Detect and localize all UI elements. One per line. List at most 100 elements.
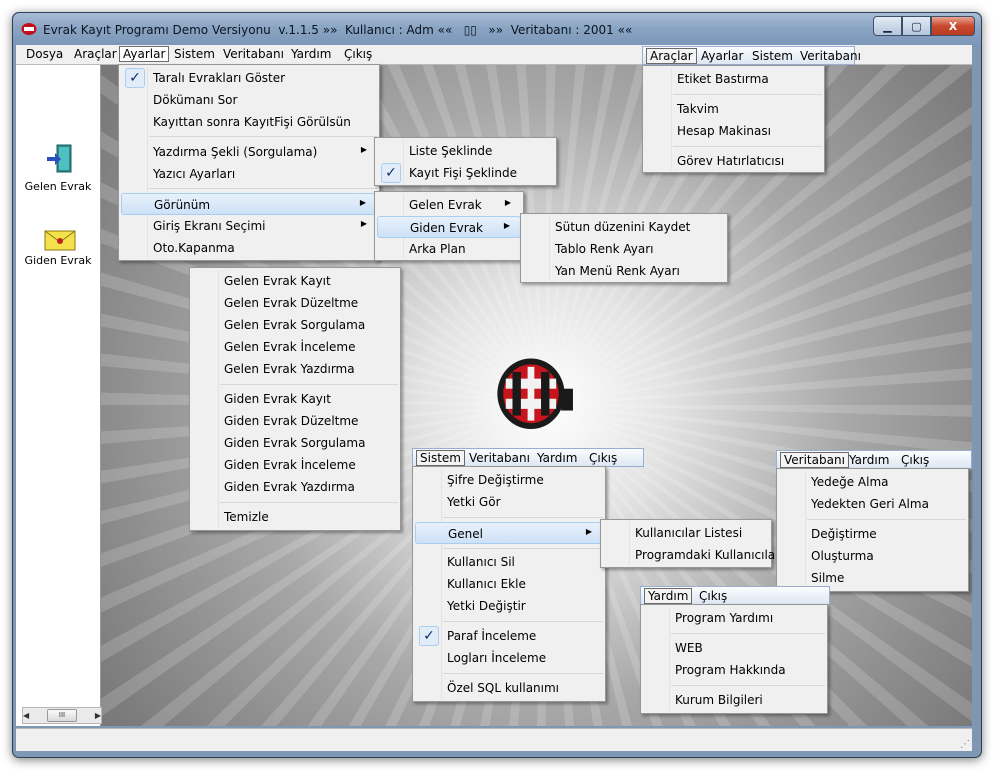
menu-item-giris-ekrani-secimi[interactable]: Giriş Ekranı Seçimi ▶ [121, 215, 377, 237]
close-button[interactable]: X [931, 16, 975, 36]
menu-cikis[interactable]: Çıkış [699, 589, 727, 603]
maximize-button[interactable]: ▢ [902, 16, 931, 36]
menu-item-kullanici-sil[interactable]: Kullanıcı Sil [415, 551, 603, 573]
submenu-arrow-icon: ▶ [360, 219, 367, 228]
menu-item-hesap-makinasi[interactable]: Hesap Makinası [645, 120, 822, 142]
door-enter-icon[interactable] [45, 143, 75, 175]
submenu-arrow-icon: ▶ [585, 527, 592, 536]
menu-item-takvim[interactable]: Takvim [645, 98, 822, 120]
menu-item-arka-plan[interactable]: Arka Plan [377, 238, 521, 260]
menu-item-kayit-fisi-gorulsun[interactable]: Kayıttan sonra KayıtFişi Görülsün [121, 111, 377, 133]
menu-separator [149, 136, 377, 137]
menu-veritabani[interactable]: Veritabanı [469, 451, 530, 465]
scroll-right-icon[interactable]: ▶ [95, 711, 101, 720]
check-icon: ✓ [419, 626, 439, 646]
veritabani-dropdown: Yedeğe Alma Yedekten Geri Alma Değiştirm… [776, 468, 969, 592]
gorunum-submenu: Gelen Evrak ▶ Giden Evrak ▶ Arka Plan [374, 191, 524, 261]
menu-item-giden-evrak-sorgulama[interactable]: Giden Evrak Sorgulama [192, 432, 398, 454]
menu-item-gorev-hatirlaticisi[interactable]: Görev Hatırlatıcısı [645, 150, 822, 172]
menu-item-sutun-duzenini-kaydet[interactable]: Sütun düzenini Kaydet [523, 216, 725, 238]
menu-item-giden-evrak-yazdirma[interactable]: Giden Evrak Yazdırma [192, 476, 398, 498]
menu-item-etiket-bastirma[interactable]: Etiket Bastırma [645, 68, 822, 90]
menu-item-olusturma[interactable]: Oluşturma [779, 545, 966, 567]
menu-item-yedege-alma[interactable]: Yedeğe Alma [779, 471, 966, 493]
menu-item-kayit-fisi-seklinde[interactable]: ✓ Kayıt Fişi Şeklinde [377, 162, 554, 184]
menu-item-yazici-ayarlari[interactable]: Yazıcı Ayarları [121, 163, 377, 185]
menu-item-gorunum[interactable]: Görünüm ▶ [121, 193, 377, 215]
menu-item-genel[interactable]: Genel ▶ [415, 522, 603, 544]
menu-cikis[interactable]: Çıkış [344, 47, 372, 61]
menu-item-web[interactable]: WEB [643, 637, 825, 659]
menu-sistem[interactable]: Sistem [416, 450, 465, 466]
menu-item-liste-seklinde[interactable]: Liste Şeklinde [377, 140, 554, 162]
menu-veritabani[interactable]: Veritabanı [780, 452, 849, 468]
menu-item-tablo-renk-ayari[interactable]: Tablo Renk Ayarı [523, 238, 725, 260]
menu-item-yan-menu-renk-ayari[interactable]: Yan Menü Renk Ayarı [523, 260, 725, 282]
menu-araclar[interactable]: Araçlar [646, 48, 697, 64]
menu-araclar[interactable]: Araçlar [74, 47, 117, 61]
menu-separator [807, 519, 966, 520]
menu-item-gelen-evrak-duzeltme[interactable]: Gelen Evrak Düzeltme [192, 292, 398, 314]
menu-yardim[interactable]: Yardım [849, 453, 889, 467]
menu-item-temizle[interactable]: Temizle [192, 506, 398, 528]
menu-item-tarali-evraklari-goster[interactable]: ✓ Taralı Evrakları Göster [121, 67, 377, 89]
minimize-button[interactable]: ▁ [873, 16, 902, 36]
menu-separator [673, 146, 822, 147]
menu-item-gelen-evrak-yazdirma[interactable]: Gelen Evrak Yazdırma [192, 358, 398, 380]
menu-item-ozel-sql[interactable]: Özel SQL kullanımı [415, 677, 603, 699]
menu-cikis[interactable]: Çıkış [901, 453, 929, 467]
sidebar-scrollbar[interactable]: ◀ III ▶ [22, 707, 102, 724]
menu-separator [443, 548, 603, 549]
scroll-thumb[interactable]: III [47, 709, 77, 722]
veritabani-menubar: Veritabanı Yardım Çıkış [776, 450, 972, 469]
app-logo-icon [21, 23, 37, 35]
menu-separator [220, 502, 398, 503]
envelope-icon[interactable] [44, 228, 76, 252]
scroll-left-icon[interactable]: ◀ [23, 711, 29, 720]
title-bar[interactable]: Evrak Kayıt Programı Demo Versiyonu v.1.… [13, 13, 981, 46]
menu-item-dokumani-sor[interactable]: Dökümanı Sor [121, 89, 377, 111]
menu-item-giden-evrak[interactable]: Giden Evrak ▶ [377, 216, 521, 238]
menu-item-loglari-inceleme[interactable]: Logları İnceleme [415, 647, 603, 669]
submenu-arrow-icon: ▶ [359, 198, 366, 207]
menu-yardim[interactable]: Yardım [537, 451, 577, 465]
menu-veritabani[interactable]: Veritabanı [223, 47, 284, 61]
sidebar-item-gelen-evrak[interactable]: Gelen Evrak [16, 180, 100, 193]
menu-yardim[interactable]: Yardım [644, 588, 693, 604]
araclar-dropdown: Etiket Bastırma Takvim Hesap Makinası Gö… [642, 65, 825, 173]
sidebar-item-giden-evrak[interactable]: Giden Evrak [16, 254, 100, 267]
check-icon: ✓ [381, 163, 401, 183]
menu-item-yetki-gor[interactable]: Yetki Gör [415, 491, 603, 513]
menu-item-yetki-degistir[interactable]: Yetki Değiştir [415, 595, 603, 617]
menu-item-gelen-evrak-sorgulama[interactable]: Gelen Evrak Sorgulama [192, 314, 398, 336]
menu-item-programdaki-kullanicilar[interactable]: Programdaki Kullanıcılar [603, 544, 780, 566]
menu-item-gelen-evrak-kayit[interactable]: Gelen Evrak Kayıt [192, 270, 398, 292]
menu-ayarlar[interactable]: Ayarlar [119, 46, 170, 62]
menu-item-giden-evrak-kayit[interactable]: Giden Evrak Kayıt [192, 388, 398, 410]
menu-item-kurum-bilgileri[interactable]: Kurum Bilgileri [643, 689, 825, 711]
resize-grip-icon[interactable]: ⋰ [960, 739, 970, 750]
menu-veritabani[interactable]: Veritabanı [800, 49, 861, 63]
menu-cikis[interactable]: Çıkış [589, 451, 617, 465]
menu-item-kullanici-ekle[interactable]: Kullanıcı Ekle [415, 573, 603, 595]
menu-item-giden-evrak-duzeltme[interactable]: Giden Evrak Düzeltme [192, 410, 398, 432]
menu-sistem[interactable]: Sistem [174, 47, 215, 61]
menu-item-yazdirma-sekli[interactable]: Yazdırma Şekli (Sorgulama) ▶ [121, 141, 377, 163]
menu-item-giden-evrak-inceleme[interactable]: Giden Evrak İnceleme [192, 454, 398, 476]
menu-item-yedekten-geri-alma[interactable]: Yedekten Geri Alma [779, 493, 966, 515]
menu-yardim[interactable]: Yardım [291, 47, 331, 61]
menu-separator [673, 94, 822, 95]
menu-item-sifre-degistirme[interactable]: Şifre Değiştirme [415, 469, 603, 491]
menu-separator [149, 188, 377, 189]
menu-item-paraf-inceleme[interactable]: ✓ Paraf İnceleme [415, 625, 603, 647]
menu-item-kullanicilar-listesi[interactable]: Kullanıcılar Listesi [603, 522, 769, 544]
menu-item-gelen-evrak[interactable]: Gelen Evrak ▶ [377, 194, 521, 216]
menu-dosya[interactable]: Dosya [26, 47, 63, 61]
menu-item-program-yardimi[interactable]: Program Yardımı [643, 607, 825, 629]
menu-item-gelen-evrak-inceleme[interactable]: Gelen Evrak İnceleme [192, 336, 398, 358]
menu-item-oto-kapanma[interactable]: Oto.Kapanma [121, 237, 377, 259]
menu-item-program-hakkinda[interactable]: Program Hakkında [643, 659, 825, 681]
menu-ayarlar[interactable]: Ayarlar [701, 49, 743, 63]
menu-item-degistirme[interactable]: Değiştirme [779, 523, 966, 545]
menu-sistem[interactable]: Sistem [752, 49, 793, 63]
